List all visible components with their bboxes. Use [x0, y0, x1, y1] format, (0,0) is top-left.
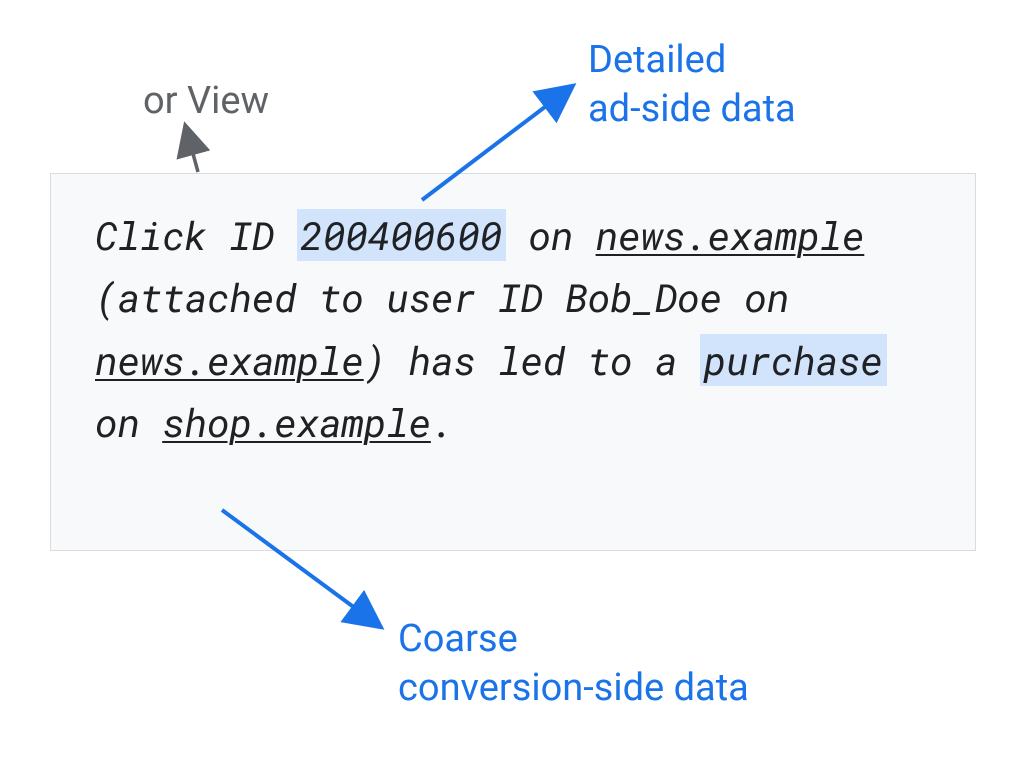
coarse-conversion-label: Coarse conversion-side data — [398, 615, 749, 714]
coarse-line2: conversion-side data — [398, 664, 749, 713]
news-site-1: news.example — [596, 209, 865, 261]
report-text: Click ID 200400600 on news.example (atta… — [95, 204, 931, 454]
text-period: . — [431, 396, 453, 448]
text-on-1: on — [506, 209, 596, 261]
report-content-box: Click ID 200400600 on news.example (atta… — [50, 173, 976, 551]
purchase-action: purchase — [700, 334, 887, 386]
coarse-line1: Coarse — [398, 615, 749, 664]
text-on-2: on — [95, 396, 162, 448]
text-attached: (attached to user ID Bob_Doe on — [95, 271, 789, 323]
detailed-line1: Detailed — [588, 36, 796, 85]
or-view-label: or View — [143, 79, 269, 123]
click-id-value: 200400600 — [297, 209, 507, 261]
arrow-to-view — [186, 128, 198, 172]
attribution-diagram: or View Detailed ad-side data Click ID 2… — [0, 0, 1036, 770]
text-click-id-prefix: Click ID — [95, 209, 297, 261]
news-site-2: news.example — [95, 334, 364, 386]
text-has-led: ) has led to a — [364, 334, 700, 386]
detailed-line2: ad-side data — [588, 85, 796, 134]
detailed-ad-side-label: Detailed ad-side data — [588, 36, 796, 135]
shop-site: shop.example — [162, 396, 431, 448]
